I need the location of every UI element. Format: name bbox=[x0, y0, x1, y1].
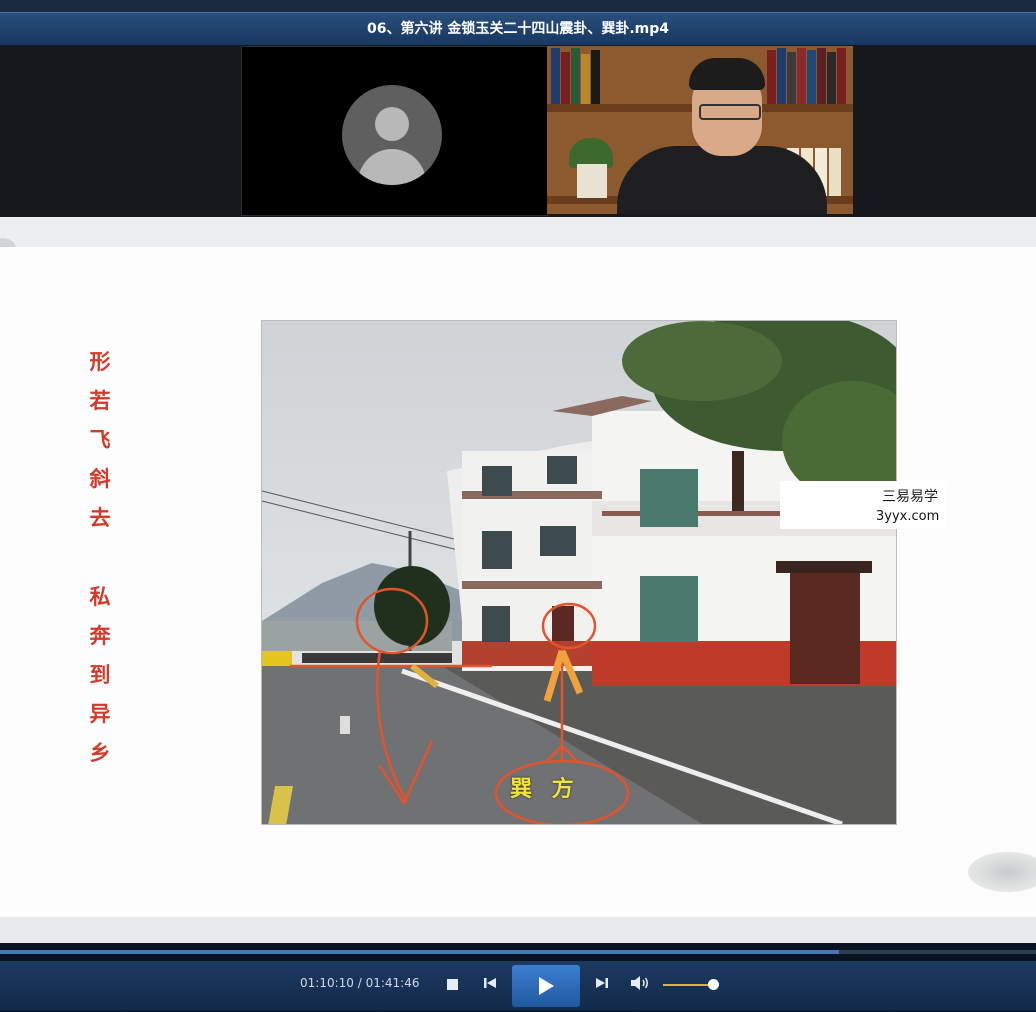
poem-char: 飞 bbox=[89, 427, 111, 452]
seek-bar[interactable] bbox=[0, 943, 1036, 961]
building-photo: 巽 方 bbox=[261, 320, 897, 825]
speaker-body bbox=[617, 146, 827, 214]
slide-bottom-edge bbox=[0, 917, 1036, 943]
poem-char: 到 bbox=[89, 662, 111, 687]
slide-top-edge bbox=[0, 217, 1036, 247]
poem-char: 若 bbox=[89, 388, 111, 413]
next-track-icon bbox=[596, 978, 608, 988]
slide-poem: 形 若 飞 斜 去 私 奔 到 异 乡 bbox=[84, 342, 116, 772]
watermark: 三易易学 3yyx.com bbox=[780, 481, 946, 529]
volume-slider-knob[interactable] bbox=[708, 979, 719, 990]
volume-button[interactable] bbox=[630, 975, 650, 997]
play-icon bbox=[539, 977, 554, 995]
next-button[interactable] bbox=[593, 975, 611, 997]
watermark-site: 3yyx.com bbox=[876, 509, 940, 524]
annotation-label: 巽 方 bbox=[510, 777, 580, 802]
previous-track-icon bbox=[484, 978, 496, 988]
play-button[interactable] bbox=[512, 965, 580, 1007]
volume-icon bbox=[631, 976, 648, 990]
total-time: 01:41:46 bbox=[365, 976, 420, 990]
time-display: 01:10:10 / 01:41:46 bbox=[300, 976, 419, 990]
previous-button[interactable] bbox=[481, 975, 499, 997]
stop-icon bbox=[446, 979, 458, 990]
participant-2-tile[interactable] bbox=[547, 46, 853, 214]
watermark-name: 三易易学 bbox=[882, 489, 938, 505]
poem-char: 形 bbox=[89, 349, 111, 374]
stop-button[interactable] bbox=[444, 975, 460, 996]
poem-char: 异 bbox=[89, 701, 111, 726]
participant-1-tile[interactable] bbox=[241, 46, 548, 216]
poem-char: 私 bbox=[89, 584, 111, 609]
time-separator: / bbox=[353, 976, 366, 990]
player-controls: 01:10:10 / 01:41:46 bbox=[0, 961, 1036, 1010]
poem-char: 斜 bbox=[89, 466, 111, 491]
small-tree bbox=[374, 566, 450, 646]
poem-char: 去 bbox=[89, 505, 111, 530]
window-title: 06、第六讲 金锁玉关二十四山震卦、巽卦.mp4 bbox=[0, 12, 1036, 46]
poem-char: 乡 bbox=[89, 740, 111, 765]
seek-bar-fill bbox=[0, 950, 839, 954]
poem-char: 奔 bbox=[89, 623, 111, 648]
speaker-glasses bbox=[699, 104, 761, 120]
current-time: 01:10:10 bbox=[300, 976, 354, 990]
user-avatar-icon bbox=[342, 85, 442, 185]
top-strip bbox=[0, 0, 1036, 12]
